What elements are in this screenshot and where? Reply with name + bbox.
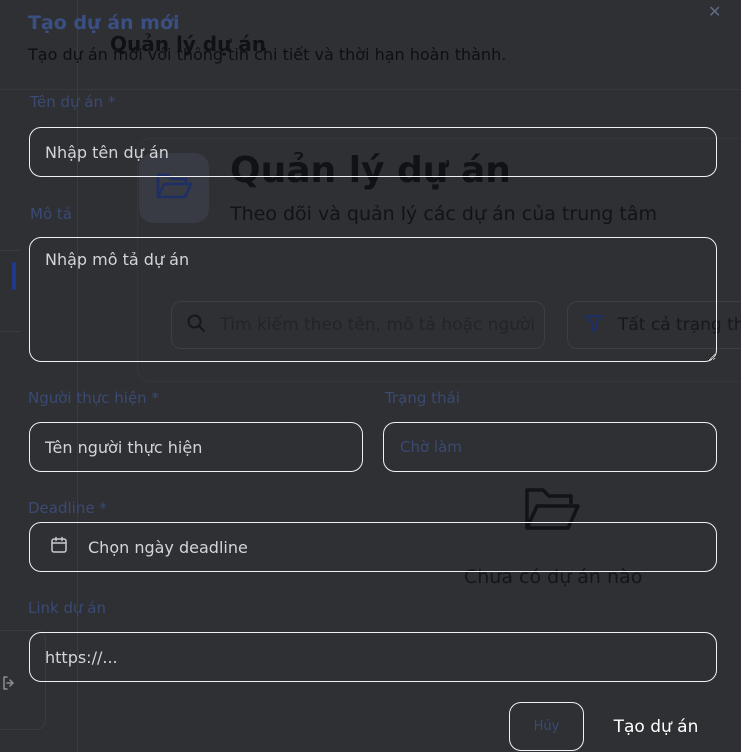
dialog-subtitle: Tạo dự án mới với thông tin chi tiết và …	[28, 45, 507, 64]
close-icon[interactable]: ✕	[708, 2, 721, 21]
description-label: Mô tả	[30, 205, 72, 223]
deadline-date-picker[interactable]: Chọn ngày deadline	[29, 522, 717, 572]
project-link-label: Link dự án	[28, 599, 106, 617]
project-link-input[interactable]	[29, 632, 717, 682]
create-project-button[interactable]: Tạo dự án	[600, 702, 712, 751]
description-textarea[interactable]	[29, 237, 717, 362]
cancel-button[interactable]: Hủy	[509, 702, 584, 751]
status-label: Trạng thái	[385, 389, 460, 407]
project-name-input[interactable]	[29, 127, 717, 177]
dialog-divider	[0, 89, 741, 90]
create-project-dialog: Tạo dự án mới ✕ Tạo dự án mới với thông …	[0, 0, 741, 752]
calendar-icon	[50, 536, 68, 558]
assignee-label: Người thực hiện *	[28, 389, 159, 407]
deadline-placeholder: Chọn ngày deadline	[88, 537, 248, 557]
assignee-input[interactable]	[29, 422, 363, 472]
status-select[interactable]: Chờ làm	[383, 422, 717, 472]
dialog-title: Tạo dự án mới	[28, 12, 180, 34]
deadline-label: Deadline *	[28, 499, 107, 517]
project-name-label: Tên dự án *	[30, 93, 116, 111]
status-selected-value: Chờ làm	[400, 438, 462, 456]
